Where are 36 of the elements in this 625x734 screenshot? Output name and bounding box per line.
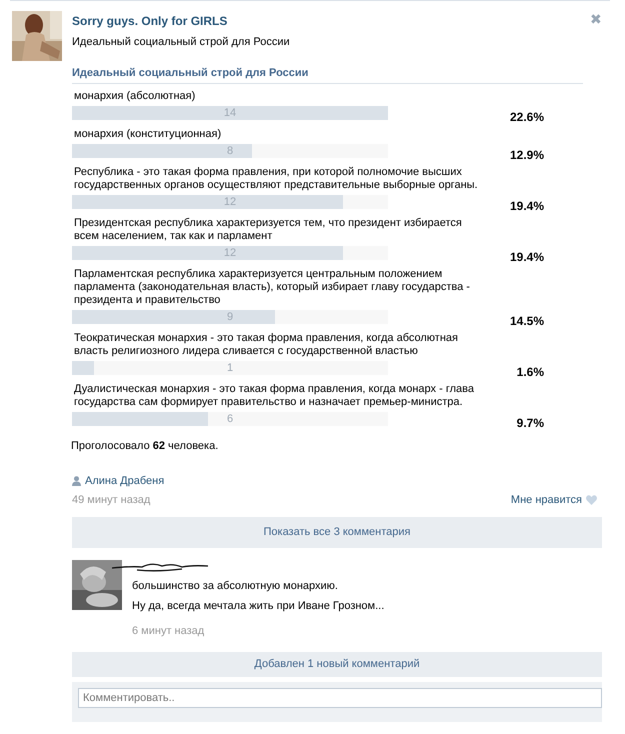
- vote-count: 1: [226, 361, 234, 375]
- author-link[interactable]: Sorry guys. Only for GIRLS: [72, 12, 592, 30]
- vote-percent: 12.9%: [510, 148, 544, 162]
- vote-count: 12: [222, 195, 238, 209]
- vote-total: Проголосовало 62 человека.: [71, 439, 220, 454]
- vote-percent: 1.6%: [516, 365, 544, 379]
- comment-text: Ну да, всегда мечтала жить при Иване Грозном...: [132, 599, 384, 614]
- vote-percent: 22.6%: [510, 110, 544, 124]
- vote-count: 6: [226, 412, 234, 426]
- option-label: Дуалистическая монархия - это такая форма правления, когда монарх - глава государства сам формирует правительство и назначает премьер-министра.: [73, 383, 475, 409]
- like-link[interactable]: Мне нравится: [510, 492, 582, 508]
- comment-field[interactable]: Комментировать..: [78, 688, 602, 708]
- option-label: монархия (абсолютная): [73, 90, 196, 103]
- heart-icon[interactable]: [586, 495, 597, 506]
- vote-percent: 19.4%: [510, 250, 544, 264]
- vote-percent: 19.4%: [510, 199, 544, 213]
- option-label: Парламентская республика характеризуется центральным положением парламента (законодательная власть), который избирает главу государства - президента и правительство: [73, 268, 471, 307]
- vote-count: 9: [226, 310, 234, 324]
- post-text: Идеальный социальный строй для России: [72, 35, 291, 50]
- option-label: монархия (конституционная): [73, 128, 222, 141]
- option-label: Президентская республика характеризуется тем, что президент избирается всем населением, так как и парламент: [73, 217, 463, 243]
- signer-link[interactable]: Алина Драбеня: [85, 472, 164, 489]
- option-label: Теократическая монархия - это такая форма правления, когда абсолютная власть религиозного лидера сливается с государственной властью: [73, 332, 459, 358]
- show-comments-button[interactable]: Показать все 3 комментария: [72, 516, 602, 548]
- option-label: Республика - это такая форма правления, при которой полномочие высших государственных органов осуществляют представительные выборные органы.: [73, 166, 479, 192]
- comment-text: большинство за абсолютную монархию.: [132, 578, 339, 594]
- vote-count: 8: [226, 144, 234, 158]
- comment-time[interactable]: 6 минут назад: [132, 622, 384, 639]
- vote-count: 14: [222, 106, 238, 120]
- new-comments-button[interactable]: Добавлен 1 новый комментарий: [72, 652, 602, 677]
- vote-percent: 9.7%: [516, 416, 544, 430]
- post-time[interactable]: 49 минут назад: [72, 492, 150, 508]
- poll-title: Идеальный социальный строй для России: [72, 64, 583, 84]
- vote-percent: 14.5%: [510, 314, 544, 328]
- vote-count: 12: [222, 246, 238, 260]
- person-icon: [72, 476, 81, 486]
